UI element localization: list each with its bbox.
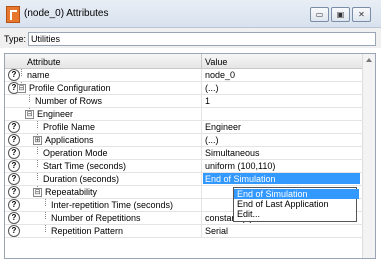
attribute-name: Repeatability xyxy=(45,187,98,197)
type-field[interactable]: Utilities xyxy=(28,32,376,46)
column-header-attribute[interactable]: Attribute xyxy=(27,57,61,67)
attribute-value[interactable]: (...) xyxy=(205,83,219,93)
maximize-button[interactable]: ▣ xyxy=(331,7,350,22)
attribute-grid: Attribute Value ? name node_0? ⊟ Profile Con… xyxy=(4,53,376,259)
attribute-name: Operation Mode xyxy=(43,148,108,158)
help-icon[interactable]: ? xyxy=(8,134,20,146)
help-icon[interactable]: ? xyxy=(8,160,20,172)
attribute-value[interactable]: (...) xyxy=(205,135,219,145)
tree-guide xyxy=(45,199,46,206)
grid-row[interactable]: Number of Rows 1 xyxy=(5,95,363,108)
attribute-value[interactable]: Simultaneous xyxy=(205,148,260,158)
attribute-name: Applications xyxy=(45,135,94,145)
window-title: (node_0) Attributes xyxy=(24,8,109,19)
attribute-name: Number of Rows xyxy=(35,96,103,106)
expand-plus-icon[interactable]: ⊞ xyxy=(33,136,42,145)
grid-row[interactable]: ? name node_0 xyxy=(5,69,363,82)
collapse-minus-icon[interactable]: ⊟ xyxy=(17,84,26,93)
tree-guide xyxy=(37,160,38,167)
title-bar: (node_0) Attributes ▭ ▣ ✕ xyxy=(0,0,381,28)
help-icon[interactable]: ? xyxy=(8,147,20,159)
attribute-value[interactable]: Engineer xyxy=(205,122,241,132)
tree-guide xyxy=(21,69,22,76)
help-icon[interactable]: ? xyxy=(8,225,20,237)
minimize-button[interactable]: ▭ xyxy=(310,7,329,22)
attribute-name: Profile Name xyxy=(43,122,96,132)
grid-row[interactable]: ? Repetition Pattern Serial xyxy=(5,225,363,238)
attribute-value[interactable]: uniform (100,110) xyxy=(205,161,275,171)
grid-row[interactable]: ? Duration (seconds) End of Simulation xyxy=(5,173,363,186)
close-button[interactable]: ✕ xyxy=(352,7,371,22)
collapse-minus-icon[interactable]: ⊟ xyxy=(25,110,34,119)
tree-guide xyxy=(37,147,38,154)
scroll-up-arrow-icon[interactable] xyxy=(366,58,372,62)
attribute-value[interactable]: 1 xyxy=(205,96,210,106)
dropdown-option-end-of-last-application[interactable]: End of Last Application xyxy=(234,199,359,209)
attribute-name: Duration (seconds) xyxy=(43,174,120,184)
grid-header: Attribute Value xyxy=(5,54,375,69)
attribute-value[interactable]: Serial xyxy=(205,226,228,236)
dropdown-option-end-of-simulation[interactable]: End of Simulation xyxy=(234,189,359,199)
attribute-value[interactable]: node_0 xyxy=(205,70,235,80)
tree-guide xyxy=(37,121,38,128)
help-icon[interactable]: ? xyxy=(8,173,20,185)
type-bar: Type: Utilities xyxy=(0,28,381,48)
duration-dropdown-list[interactable]: End of Simulation End of Last Applicatio… xyxy=(233,187,359,222)
tree-guide xyxy=(45,212,46,219)
grid-row[interactable]: ⊟ Engineer xyxy=(5,108,363,121)
scrollbar[interactable] xyxy=(362,54,375,258)
attribute-name: name xyxy=(27,70,50,80)
grid-row[interactable]: ? ⊞ Applications (...) xyxy=(5,134,363,147)
attribute-value[interactable]: End of Simulation xyxy=(205,174,276,184)
help-icon[interactable]: ? xyxy=(8,212,20,224)
attribute-name: Repetition Pattern xyxy=(51,226,124,236)
column-header-value[interactable]: Value xyxy=(205,57,227,67)
attribute-name: Number of Repetitions xyxy=(51,213,141,223)
help-icon[interactable]: ? xyxy=(8,186,20,198)
help-icon[interactable]: ? xyxy=(8,121,20,133)
attribute-name: Inter-repetition Time (seconds) xyxy=(51,200,174,210)
grid-row[interactable]: ? Start Time (seconds) uniform (100,110) xyxy=(5,160,363,173)
tree-guide xyxy=(29,95,30,102)
help-icon[interactable]: ? xyxy=(8,69,20,81)
collapse-minus-icon[interactable]: ⊟ xyxy=(33,188,42,197)
app-icon xyxy=(6,6,20,23)
grid-row[interactable]: ? ⊟ Profile Configuration (...) xyxy=(5,82,363,95)
attribute-name: Start Time (seconds) xyxy=(43,161,127,171)
tree-guide xyxy=(37,173,38,180)
grid-row[interactable]: ? Operation Mode Simultaneous xyxy=(5,147,363,160)
help-icon[interactable]: ? xyxy=(8,199,20,211)
dropdown-option-edit[interactable]: Edit... xyxy=(234,209,359,219)
attribute-name: Profile Configuration xyxy=(29,83,111,93)
grid-row[interactable]: ? Profile Name Engineer xyxy=(5,121,363,134)
attribute-name: Engineer xyxy=(37,109,74,119)
tree-guide xyxy=(45,225,46,232)
type-label: Type: xyxy=(4,34,27,44)
